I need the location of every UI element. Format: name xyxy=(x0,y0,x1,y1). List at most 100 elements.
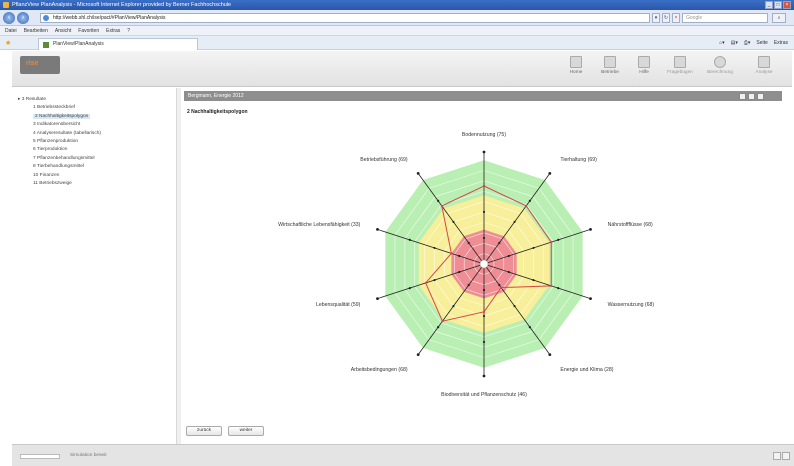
ie-seite-menu[interactable]: Seite xyxy=(756,38,767,48)
axis-tick-dot xyxy=(498,241,501,245)
url-field[interactable]: http://webb.shl.ch/ise/pact/#PlanView/Pl… xyxy=(40,13,650,23)
back-button[interactable]: zurück xyxy=(186,426,222,436)
axis-tick-dot xyxy=(557,287,560,290)
search-input[interactable]: Google xyxy=(682,13,768,23)
home-icon[interactable]: ⌂▾ xyxy=(719,38,725,48)
tree-item-selected[interactable]: 2 Nachhaltigkeitspolygon xyxy=(18,113,176,121)
status-bar: Simulation beseit xyxy=(12,444,794,466)
menu-extras[interactable]: Extras xyxy=(106,26,120,35)
zoom-icon[interactable] xyxy=(782,452,790,460)
axis-end-dot xyxy=(482,374,486,378)
tree-item[interactable]: 10 Finanzen xyxy=(18,172,176,180)
favorites-star-icon[interactable]: ★ xyxy=(5,39,11,47)
ie-extras-menu[interactable]: Extras xyxy=(774,38,788,48)
app-toolbar: rise Home Betriebe Hilfe Fragebogen Bere… xyxy=(12,51,792,87)
axis-tick-dot xyxy=(498,283,501,287)
tabs-bar: ★ PlanView/PlanAnalysis ⌂▾ ▤▾ ⎙▾ Seite E… xyxy=(0,36,794,50)
tree-item-label: 6 Tierproduktion xyxy=(33,147,68,153)
axis-tick-dot xyxy=(467,283,470,287)
tree-item[interactable]: 5 Pflanzenproduktion xyxy=(18,138,176,146)
axis-tick-dot xyxy=(437,199,440,202)
tree-item[interactable]: 3 Indikatorenübersicht xyxy=(18,121,176,129)
help-icon xyxy=(638,56,650,68)
toolbar-hilfe[interactable]: Hilfe xyxy=(628,56,660,75)
data-point xyxy=(500,286,503,289)
axis-end-dot xyxy=(482,150,486,154)
back-arrow-icon[interactable]: ‹ xyxy=(3,12,15,24)
tree-item[interactable]: 11 Betriebszweige xyxy=(18,180,176,188)
chart-icon xyxy=(758,56,770,68)
farm-icon xyxy=(604,56,616,68)
axis-tick-dot xyxy=(458,254,461,258)
tree-item-label: 8 Tierbehandlungsmittel xyxy=(33,164,84,170)
maximize-button[interactable]: □ xyxy=(774,1,782,9)
axis-tick-dot xyxy=(482,340,486,344)
data-point xyxy=(450,252,453,255)
toolbar-betriebe[interactable]: Betriebe xyxy=(594,56,626,75)
axis-end-dot xyxy=(548,171,552,175)
pane-splitter[interactable] xyxy=(177,88,181,444)
axis-tick-dot xyxy=(408,238,411,241)
menu-bar: Datei Bearbeiten Ansicht Favoriten Extra… xyxy=(0,26,794,36)
axis-tick-dot xyxy=(532,246,535,250)
ie-icon xyxy=(3,2,9,8)
next-button[interactable]: weiter xyxy=(228,426,264,436)
tree-item-label: 10 Finanzen xyxy=(33,172,60,178)
gear-icon xyxy=(714,56,726,68)
menu-ansicht[interactable]: Ansicht xyxy=(55,26,71,35)
axis-tick-dot xyxy=(437,326,440,329)
toolbar-analyse[interactable]: Analyse xyxy=(748,56,780,75)
stop-icon[interactable]: × xyxy=(672,13,680,23)
menu-help[interactable]: ? xyxy=(127,26,130,35)
tree-item[interactable]: 1 Betriebssteckbrief xyxy=(18,104,176,112)
axis-tick-dot xyxy=(458,270,461,274)
url-dropdown-icon[interactable]: ▾ xyxy=(652,13,660,23)
axis-end-dot xyxy=(589,227,592,231)
print-icon[interactable]: ⎙▾ xyxy=(744,38,751,48)
questionnaire-icon xyxy=(674,56,686,68)
data-point xyxy=(424,281,427,285)
toolbar-fragebogen[interactable]: Fragebogen xyxy=(664,56,696,75)
status-text: Simulation beseit xyxy=(70,453,107,458)
search-icon[interactable]: ⌕ xyxy=(772,13,786,23)
axis-label: Tierhaltung (69) xyxy=(560,157,597,163)
menu-favoriten[interactable]: Favoriten xyxy=(78,26,99,35)
zone-icon[interactable] xyxy=(773,452,781,460)
menu-datei[interactable]: Datei xyxy=(5,26,17,35)
minimize-button[interactable]: _ xyxy=(765,1,773,9)
tree-item[interactable]: 6 Tierproduktion xyxy=(18,146,176,154)
axis-tick-dot xyxy=(482,288,486,292)
toolbar-fragebogen-label: Fragebogen xyxy=(667,70,693,75)
tree-root-label: 3 Resultate xyxy=(21,97,47,102)
menu-bearbeiten[interactable]: Bearbeiten xyxy=(24,26,48,35)
close-button[interactable]: × xyxy=(783,1,791,9)
axis-tick-dot xyxy=(452,304,455,308)
axis-tick-dot xyxy=(513,304,516,308)
window-title: PflanzView PlanAnalysis - Microsoft Inte… xyxy=(12,2,232,8)
data-point xyxy=(550,284,553,287)
axis-label: Nährstoffflüsse (68) xyxy=(608,222,653,228)
axis-tick-dot xyxy=(482,314,486,318)
feeds-icon[interactable]: ▤▾ xyxy=(731,38,738,48)
search-placeholder: Google xyxy=(686,15,703,21)
refresh-icon[interactable]: ↻ xyxy=(662,13,670,23)
axis-tick-dot xyxy=(433,246,436,250)
browser-tab[interactable]: PlanView/PlanAnalysis xyxy=(38,38,198,50)
page-icon xyxy=(43,42,49,48)
address-bar: ‹ › http://webb.shl.ch/ise/pact/#PlanVie… xyxy=(0,10,794,26)
tree-item[interactable]: 8 Tierbehandlungsmittel xyxy=(18,163,176,171)
tree-root[interactable]: ▸ 3 Resultate xyxy=(18,96,176,104)
tree-item[interactable]: 7 Pflanzenbehandlungsmittel xyxy=(18,155,176,163)
axis-label: Arbeitsbedingungen (68) xyxy=(351,367,408,373)
tree-item[interactable]: 4 Analyseresultate (tabellarisch) xyxy=(18,130,176,138)
data-point xyxy=(550,241,553,244)
toolbar-home[interactable]: Home xyxy=(560,56,592,75)
axis-tick-dot xyxy=(467,241,470,245)
toolbar-berechnung[interactable]: Berechnung xyxy=(704,56,736,75)
data-point xyxy=(441,320,444,323)
ie-page-icon xyxy=(43,15,49,21)
data-point xyxy=(440,204,443,208)
axis-end-dot xyxy=(376,297,379,301)
forward-arrow-icon[interactable]: › xyxy=(17,12,29,24)
axis-label: Biodiversität und Pflanzenschutz (46) xyxy=(441,392,527,398)
